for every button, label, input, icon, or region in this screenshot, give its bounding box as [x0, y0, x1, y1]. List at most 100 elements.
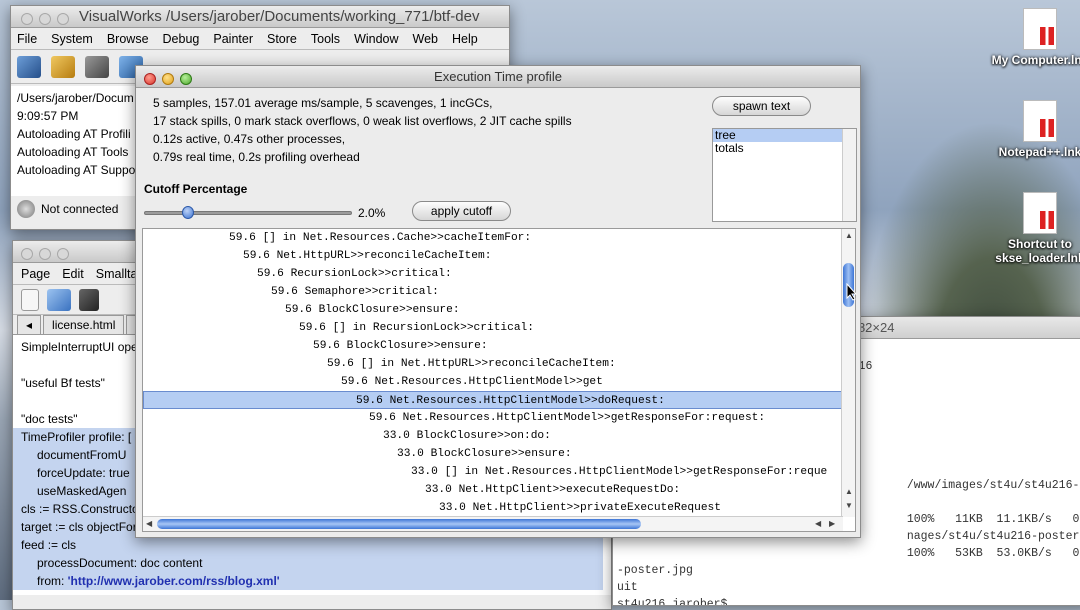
view-mode-list[interactable]: tree totals	[712, 128, 857, 222]
title-bar[interactable]: VisualWorks /Users/jarober/Documents/wor…	[11, 6, 509, 28]
menu-store[interactable]: Store	[267, 32, 297, 46]
stats-line: 5 samples, 157.01 average ms/sample, 5 s…	[153, 96, 493, 110]
close-button[interactable]	[21, 13, 33, 25]
save-icon[interactable]	[79, 288, 99, 311]
desktop-icon-label: Notepad++.lnk	[998, 145, 1080, 159]
desktop-icon-skse-loader[interactable]: Shortcut to skse_loader.lnk	[985, 192, 1080, 265]
code-line: from: 'http://www.jarober.com/rss/blog.x…	[13, 572, 603, 590]
window-controls	[21, 13, 69, 25]
profile-tree[interactable]: 59.6 [] in Net.Resources.Cache>>cacheIte…	[142, 228, 856, 532]
terminal-line: st4u216 jarober$	[617, 598, 728, 606]
connection-status: Not connected	[41, 202, 119, 216]
window-controls	[144, 73, 192, 85]
tree-row[interactable]: 33.0 Net.HttpClient>>executeRequestDo:	[143, 481, 843, 499]
menu-browse[interactable]: Browse	[107, 32, 149, 46]
apply-cutoff-button[interactable]: apply cutoff	[412, 201, 511, 221]
tree-row[interactable]: 59.6 RecursionLock>>critical:	[143, 265, 843, 283]
tab-scroll-left[interactable]: ◂	[17, 315, 42, 334]
scroll-up-arrow-icon[interactable]: ▲	[845, 487, 853, 496]
cutoff-slider-knob[interactable]	[182, 206, 194, 219]
close-button[interactable]	[21, 248, 33, 260]
scroll-up-arrow-icon[interactable]: ▲	[845, 231, 853, 240]
vertical-scrollbar[interactable]: ▲ ▲ ▼	[841, 229, 855, 517]
new-page-icon[interactable]	[21, 288, 39, 311]
list-scrollbar[interactable]	[842, 129, 856, 221]
menu-debug[interactable]: Debug	[163, 32, 200, 46]
document-icon	[1023, 8, 1057, 50]
desktop-icon-label: Shortcut to skse_loader.lnk	[995, 237, 1080, 265]
parcel-icon[interactable]	[51, 55, 75, 78]
menu-edit[interactable]: Edit	[62, 267, 84, 281]
tree-row[interactable]: 59.6 Semaphore>>critical:	[143, 283, 843, 301]
tree-row[interactable]: 33.0 BlockClosure>>on:do:	[143, 427, 843, 445]
document-icon	[1023, 192, 1057, 234]
desktop-icon-label: My Computer.lnk	[991, 53, 1080, 67]
window-title: Execution Time profile	[434, 69, 562, 84]
document-icon	[1023, 100, 1057, 142]
open-folder-icon[interactable]	[47, 288, 71, 311]
window-title: VisualWorks /Users/jarober/Documents/wor…	[79, 8, 480, 25]
zoom-button[interactable]	[57, 248, 69, 260]
tools-icon[interactable]	[85, 55, 109, 78]
title-bar[interactable]: Execution Time profile	[136, 66, 860, 88]
scroll-left-arrow-icon[interactable]: ◀	[815, 519, 821, 528]
zoom-button[interactable]	[57, 13, 69, 25]
menu-window[interactable]: Window	[354, 32, 398, 46]
execution-time-profile-window: Execution Time profile 5 samples, 157.01…	[135, 65, 861, 538]
tree-row[interactable]: 59.6 [] in Net.Resources.Cache>>cacheIte…	[143, 229, 843, 247]
menu-web[interactable]: Web	[413, 32, 438, 46]
code-line: feed := cls	[13, 536, 603, 554]
tree-row[interactable]: 33.0 [] in Net.Resources.HttpClientModel…	[143, 463, 843, 481]
menu-painter[interactable]: Painter	[213, 32, 253, 46]
tree-row[interactable]: 59.6 BlockClosure>>ensure:	[143, 301, 843, 319]
mouse-cursor-icon	[846, 283, 858, 301]
tree-row[interactable]: 59.6 [] in Net.HttpURL>>reconcileCacheIt…	[143, 355, 843, 373]
zoom-button[interactable]	[180, 73, 192, 85]
stats-line: 0.12s active, 0.47s other processes,	[153, 132, 346, 146]
terminal-line: 100% 53KB 53.0KB/s 00:	[617, 547, 1080, 560]
scroll-left-arrow-icon[interactable]: ◀	[146, 519, 152, 528]
minimize-button[interactable]	[39, 248, 51, 260]
cutoff-label: Cutoff Percentage	[144, 182, 248, 196]
window-controls	[21, 248, 69, 260]
tree-row[interactable]: 59.6 [] in RecursionLock>>critical:	[143, 319, 843, 337]
cutoff-value: 2.0%	[358, 206, 386, 220]
tree-row[interactable]: 33.0 Net.HttpClient>>privateExecuteReque…	[143, 499, 843, 517]
close-button[interactable]	[144, 73, 156, 85]
code-line: processDocument: doc content	[13, 554, 603, 572]
stats-line: 0.79s real time, 0.2s profiling overhead	[153, 150, 360, 164]
horizontal-scroll-thumb[interactable]	[157, 519, 641, 529]
minimize-button[interactable]	[39, 13, 51, 25]
tree-row[interactable]: 59.6 BlockClosure>>ensure:	[143, 337, 843, 355]
menu-help[interactable]: Help	[452, 32, 478, 46]
menu-page[interactable]: Page	[21, 267, 50, 281]
terminal-line: -poster.jpg	[617, 564, 693, 577]
connection-icon	[17, 200, 35, 218]
menu-file[interactable]: File	[17, 32, 37, 46]
tree-rows: 59.6 [] in Net.Resources.Cache>>cacheIte…	[143, 229, 855, 517]
menu-system[interactable]: System	[51, 32, 93, 46]
tab-license[interactable]: license.html	[43, 315, 125, 334]
desktop-icon-my-computer[interactable]: My Computer.lnk	[985, 8, 1080, 67]
tree-row[interactable]: 59.6 Net.Resources.HttpClientModel>>get	[143, 373, 843, 391]
tree-row[interactable]: 59.6 Net.Resources.HttpClientModel>>getR…	[143, 409, 843, 427]
cutoff-slider[interactable]	[144, 211, 352, 215]
scroll-down-arrow-icon[interactable]: ▼	[845, 501, 853, 510]
desktop-icon-notepad[interactable]: Notepad++.lnk	[985, 100, 1080, 159]
code-text: from:	[37, 574, 68, 588]
stats-line: 17 stack spills, 0 mark stack overflows,…	[153, 114, 572, 128]
menu-smalltalk[interactable]: Smallta	[96, 267, 138, 281]
tree-row-selected[interactable]: 59.6 Net.Resources.HttpClientModel>>doRe…	[143, 391, 843, 409]
list-item-totals[interactable]: totals	[713, 142, 842, 155]
tree-row[interactable]: 33.0 BlockClosure>>ensure:	[143, 445, 843, 463]
tree-row[interactable]: 59.6 Net.HttpURL>>reconcileCacheItem:	[143, 247, 843, 265]
menu-tools[interactable]: Tools	[311, 32, 340, 46]
terminal-line: uit	[617, 581, 638, 594]
horizontal-scrollbar[interactable]: ◀ ◀ ▶	[143, 516, 843, 531]
minimize-button[interactable]	[162, 73, 174, 85]
rss-url-literal: 'http://www.jarober.com/rss/blog.xml'	[67, 574, 280, 588]
load-package-icon[interactable]	[17, 55, 41, 78]
menu-bar: File System Browse Debug Painter Store T…	[11, 28, 509, 50]
spawn-text-button[interactable]: spawn text	[712, 96, 811, 116]
scroll-right-arrow-icon[interactable]: ▶	[829, 519, 835, 528]
